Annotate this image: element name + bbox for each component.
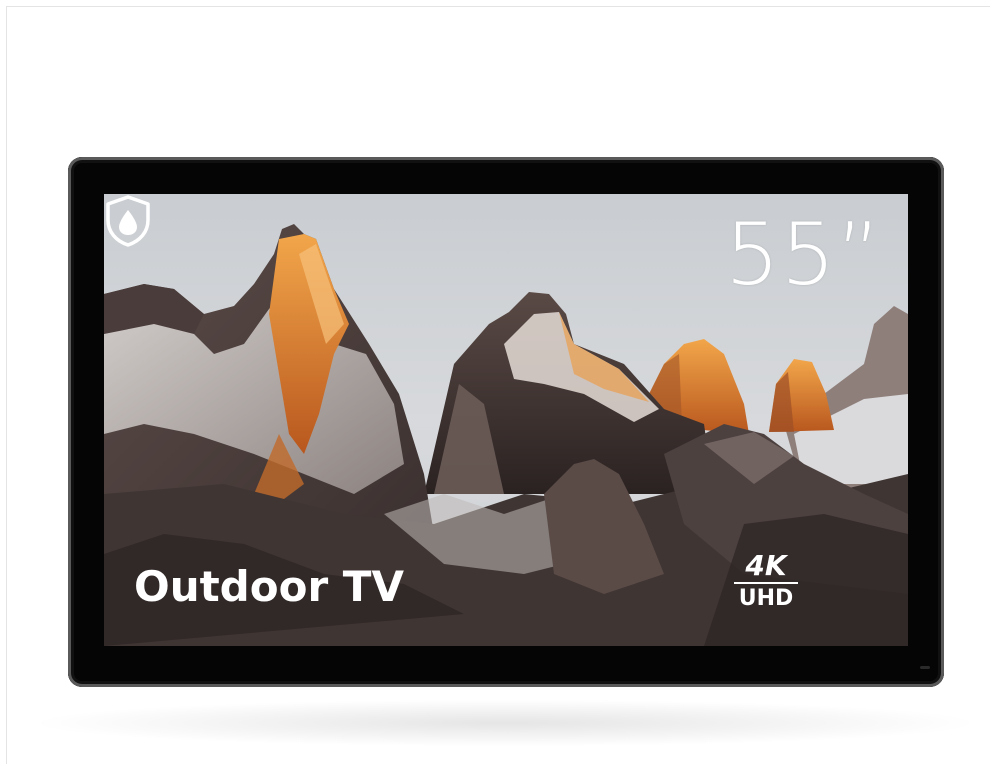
tv-floor-shadow [40,700,970,746]
badge-divider [734,582,798,584]
badge-uhd-text: UHD [738,586,794,611]
product-title: Outdoor TV [134,562,404,611]
screen-size-label: 55” [725,205,882,305]
badge-4k-text: 4K [745,549,787,582]
tv-screen: 55” Outdoor TV 4K UHD [104,194,908,646]
water-shield-icon [106,195,150,247]
4k-uhd-icon: 4K UHD [730,550,802,616]
tv-indicator-light [920,666,930,669]
